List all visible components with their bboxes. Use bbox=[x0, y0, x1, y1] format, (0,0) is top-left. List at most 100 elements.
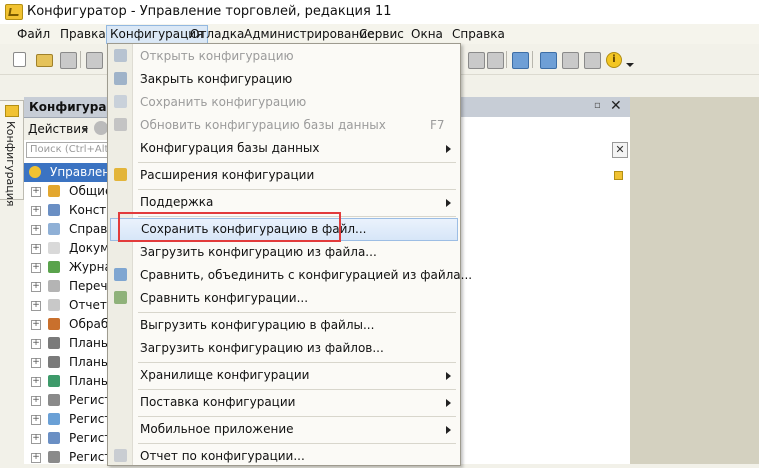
menu-windows[interactable]: Окна bbox=[411, 27, 443, 41]
tree-node-label: Регист bbox=[69, 431, 112, 445]
menu-item[interactable]: Мобильное приложение bbox=[108, 418, 460, 441]
designer-icon[interactable] bbox=[540, 52, 557, 69]
open-folder-icon[interactable] bbox=[36, 54, 53, 67]
toolbar-separator bbox=[506, 51, 507, 68]
expand-icon[interactable]: + bbox=[31, 434, 41, 444]
menu-separator bbox=[138, 189, 456, 190]
expand-icon[interactable]: + bbox=[31, 187, 41, 197]
save-config-icon bbox=[114, 95, 127, 108]
side-tab-label: Конфигурация bbox=[4, 121, 17, 207]
tree-node-label: Планы bbox=[69, 355, 111, 369]
menu-service[interactable]: Сервис bbox=[359, 27, 404, 41]
chart-accounts-icon bbox=[48, 356, 60, 368]
highlight-annotation bbox=[118, 212, 341, 242]
menu-separator bbox=[138, 362, 456, 363]
app-logo-icon bbox=[5, 4, 23, 20]
menu-item[interactable]: Отчет по конфигурации... bbox=[108, 445, 460, 468]
submenu-arrow-icon bbox=[446, 199, 451, 207]
menu-item: Обновить конфигурацию базы данных F7 bbox=[108, 114, 460, 137]
menu-item-label: Загрузить конфигурацию из файла... bbox=[140, 245, 377, 259]
window-title: Конфигуратор - Управление торговлей, ред… bbox=[27, 4, 392, 19]
expand-icon[interactable]: + bbox=[31, 225, 41, 235]
side-tab-configuration[interactable]: Конфигурация bbox=[0, 100, 24, 207]
menu-edit[interactable]: Правка bbox=[60, 27, 106, 41]
panel-header-right: ▫ ✕ bbox=[460, 97, 630, 117]
menu-item-label: Хранилище конфигурации bbox=[140, 368, 310, 382]
menu-item: Сохранить конфигурацию bbox=[108, 91, 460, 114]
toolbar-more-icon[interactable] bbox=[626, 63, 634, 67]
accounting-registers-icon bbox=[48, 432, 60, 444]
syntax-helper-icon[interactable] bbox=[562, 52, 579, 69]
menu-bar: Файл Правка Конфигурация Отладка Админис… bbox=[0, 24, 759, 44]
info-icon[interactable]: i bbox=[606, 52, 622, 68]
menu-item[interactable]: Расширения конфигурации bbox=[108, 164, 460, 187]
menu-item-label: Поддержка bbox=[140, 195, 214, 209]
menu-item-label: Обновить конфигурацию базы данных bbox=[140, 118, 386, 132]
menu-item[interactable]: Поддержка bbox=[108, 191, 460, 214]
redo-icon[interactable] bbox=[487, 52, 504, 69]
tree-node-label: Регист bbox=[69, 450, 112, 464]
actions-menu-button[interactable]: Действия bbox=[28, 122, 88, 136]
menu-item[interactable]: Закрыть конфигурацию bbox=[108, 68, 460, 91]
expand-icon[interactable]: + bbox=[31, 396, 41, 406]
chevron-down-icon[interactable] bbox=[82, 128, 88, 132]
expand-icon[interactable]: + bbox=[31, 377, 41, 387]
configuration-tab-icon bbox=[5, 105, 19, 117]
dataprocessors-icon bbox=[48, 318, 60, 330]
menu-item[interactable]: Загрузить конфигурацию из файлов... bbox=[108, 337, 460, 360]
expand-icon[interactable]: + bbox=[31, 282, 41, 292]
expand-icon[interactable]: + bbox=[31, 358, 41, 368]
menu-item-label: Открыть конфигурацию bbox=[140, 49, 294, 63]
window-icon[interactable] bbox=[512, 52, 529, 69]
menu-item[interactable]: Сравнить, объединить с конфигурацией из … bbox=[108, 264, 472, 287]
expand-icon[interactable]: + bbox=[31, 301, 41, 311]
documents-icon bbox=[48, 242, 60, 254]
merge-icon bbox=[114, 268, 127, 281]
panel-right-area: ▫ ✕ ✕ bbox=[460, 97, 630, 464]
chart-characteristics-icon bbox=[48, 337, 60, 349]
add-object-icon[interactable] bbox=[94, 121, 108, 135]
menu-item[interactable]: Загрузить конфигурацию из файла... bbox=[108, 241, 460, 264]
tree-node-label: Общие bbox=[69, 184, 113, 198]
clear-search-icon[interactable]: ✕ bbox=[612, 142, 628, 158]
object-marker-icon bbox=[614, 171, 623, 180]
menu-item-label: Расширения конфигурации bbox=[140, 168, 315, 182]
expand-icon[interactable]: + bbox=[31, 339, 41, 349]
title-bar: Конфигуратор - Управление торговлей, ред… bbox=[0, 0, 759, 24]
menu-item[interactable]: Выгрузить конфигурацию в файлы... bbox=[108, 314, 460, 337]
undo-icon[interactable] bbox=[468, 52, 485, 69]
menu-item[interactable]: Конфигурация базы данных bbox=[108, 137, 460, 160]
enums-icon bbox=[48, 280, 60, 292]
open-config-icon bbox=[114, 49, 127, 62]
menu-shortcut: F7 bbox=[430, 118, 445, 132]
expand-icon[interactable]: + bbox=[31, 206, 41, 216]
close-icon[interactable]: ✕ bbox=[610, 98, 622, 114]
cut-icon[interactable] bbox=[86, 52, 103, 69]
menu-item[interactable]: Поставка конфигурации bbox=[108, 391, 460, 414]
save-icon[interactable] bbox=[60, 52, 77, 69]
menu-debug[interactable]: Отладка bbox=[190, 27, 244, 41]
menu-administration[interactable]: Администрирование bbox=[244, 27, 374, 41]
calc-registers-icon bbox=[48, 451, 60, 463]
report-icon bbox=[114, 449, 127, 462]
compare-icon bbox=[114, 291, 127, 304]
constants-icon bbox=[48, 204, 60, 216]
menu-item-label: Сравнить, объединить с конфигурацией из … bbox=[140, 268, 473, 282]
expand-icon[interactable]: + bbox=[31, 263, 41, 273]
pin-icon[interactable]: ▫ bbox=[594, 100, 601, 111]
expand-icon[interactable]: + bbox=[31, 453, 41, 463]
menu-item: Открыть конфигурацию bbox=[108, 45, 460, 68]
expand-icon[interactable]: + bbox=[31, 320, 41, 330]
new-document-icon[interactable] bbox=[13, 52, 26, 67]
menu-file[interactable]: Файл bbox=[17, 27, 50, 41]
expand-icon[interactable]: + bbox=[31, 415, 41, 425]
help-book-icon[interactable] bbox=[584, 52, 601, 69]
update-db-icon bbox=[114, 118, 127, 131]
menu-help[interactable]: Справка bbox=[452, 27, 505, 41]
expand-icon[interactable]: + bbox=[31, 244, 41, 254]
accum-registers-icon bbox=[48, 413, 60, 425]
menu-item[interactable]: Сравнить конфигурации... bbox=[108, 287, 460, 310]
menu-item-label: Сохранить конфигурацию bbox=[140, 95, 307, 109]
menu-item-label: Загрузить конфигурацию из файлов... bbox=[140, 341, 384, 355]
menu-item[interactable]: Хранилище конфигурации bbox=[108, 364, 460, 387]
